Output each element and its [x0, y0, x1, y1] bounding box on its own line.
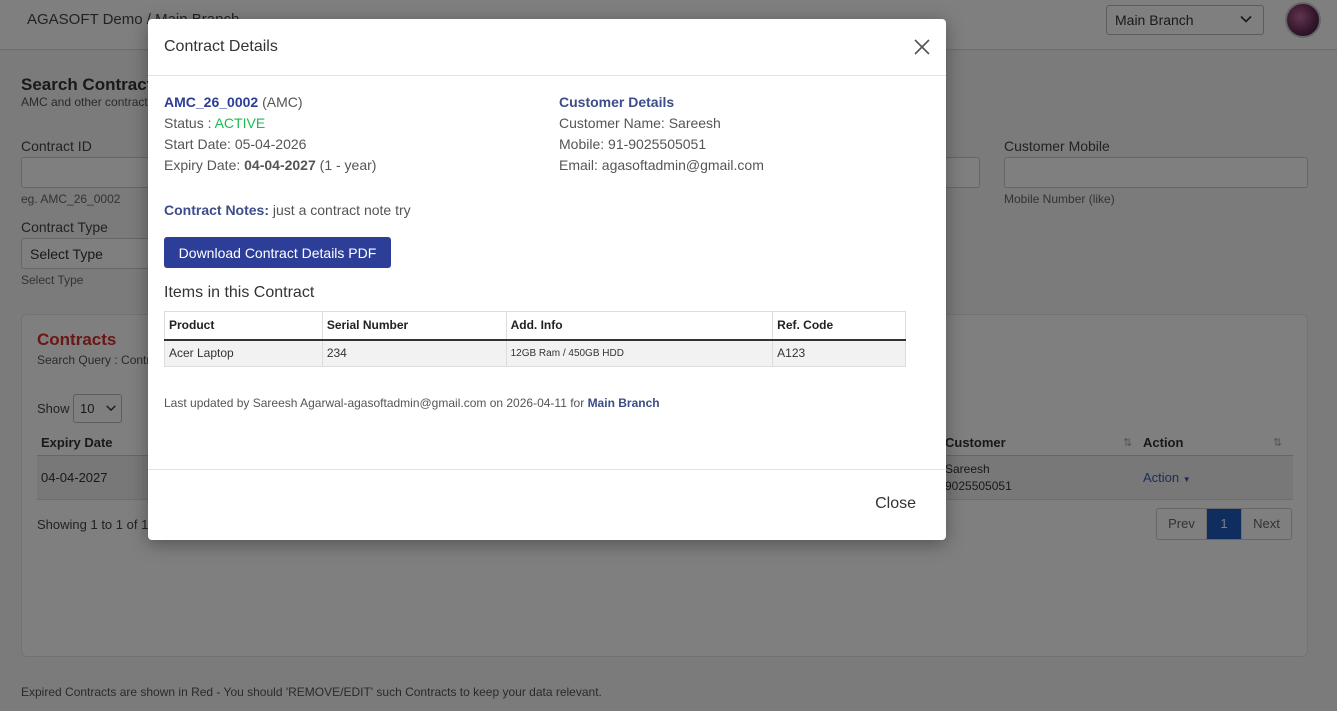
- close-button[interactable]: Close: [875, 495, 916, 513]
- contract-notes-label: Contract Notes:: [164, 202, 270, 218]
- customer-email-line: Email: agasoftadmin@gmail.com: [559, 157, 764, 173]
- close-icon[interactable]: [912, 37, 932, 57]
- last-updated-branch: Main Branch: [587, 396, 660, 410]
- customer-mobile: 91-9025505051: [608, 136, 707, 152]
- contract-id: AMC_26_0002: [164, 94, 259, 110]
- contract-details-modal: Contract Details AMC_26_0002 (AMC) Statu…: [148, 19, 946, 540]
- items-title: Items in this Contract: [164, 284, 315, 301]
- modal-header: Contract Details: [148, 19, 946, 76]
- expiry-date-label: Expiry Date:: [164, 157, 241, 173]
- item-product: Acer Laptop: [164, 339, 323, 367]
- items-table: Product Serial Number Add. Info Ref. Cod…: [164, 311, 906, 367]
- item-ref: A123: [772, 339, 906, 367]
- customer-name: Sareesh: [668, 115, 721, 131]
- expiry-date: 04-04-2027: [244, 157, 316, 173]
- items-col-product: Product: [164, 311, 323, 341]
- customer-name-line: Customer Name: Sareesh: [559, 115, 721, 131]
- download-pdf-button[interactable]: Download Contract Details PDF: [164, 237, 391, 268]
- items-col-serial: Serial Number: [322, 311, 507, 341]
- status-label: Status :: [164, 115, 212, 131]
- items-col-ref: Ref. Code: [772, 311, 906, 341]
- status-badge: ACTIVE: [214, 115, 266, 131]
- customer-mobile-label-modal: Mobile:: [559, 136, 605, 152]
- customer-email: agasoftadmin@gmail.com: [601, 157, 764, 173]
- contract-type: (AMC): [262, 94, 303, 110]
- modal-footer: Close: [148, 469, 946, 540]
- expiry-date-line: Expiry Date: 04-04-2027 (1 - year): [164, 157, 376, 173]
- item-serial: 234: [322, 339, 507, 367]
- last-updated: Last updated by Sareesh Agarwal-agasofta…: [164, 396, 660, 410]
- customer-name-label: Customer Name:: [559, 115, 665, 131]
- contract-id-line: AMC_26_0002 (AMC): [164, 94, 303, 110]
- start-date: 05-04-2026: [234, 136, 307, 152]
- customer-email-label: Email:: [559, 157, 598, 173]
- customer-heading: Customer Details: [559, 94, 674, 110]
- status-line: Status : ACTIVE: [164, 115, 265, 131]
- contract-duration: (1 - year): [319, 157, 377, 173]
- start-date-line: Start Date: 05-04-2026: [164, 136, 306, 152]
- customer-heading-text: Customer Details: [559, 94, 675, 110]
- item-info: 12GB Ram / 450GB HDD: [506, 339, 774, 367]
- contract-notes: just a contract note try: [272, 202, 411, 218]
- items-col-info: Add. Info: [506, 311, 774, 341]
- table-row: Acer Laptop 234 12GB Ram / 450GB HDD A12…: [164, 339, 906, 367]
- modal-title: Contract Details: [164, 38, 278, 55]
- start-date-label: Start Date:: [164, 136, 231, 152]
- last-updated-text: Last updated by Sareesh Agarwal-agasofta…: [164, 396, 585, 410]
- items-header-row: Product Serial Number Add. Info Ref. Cod…: [164, 311, 906, 341]
- customer-mobile-line: Mobile: 91-9025505051: [559, 136, 706, 152]
- contract-notes-line: Contract Notes: just a contract note try: [164, 202, 411, 218]
